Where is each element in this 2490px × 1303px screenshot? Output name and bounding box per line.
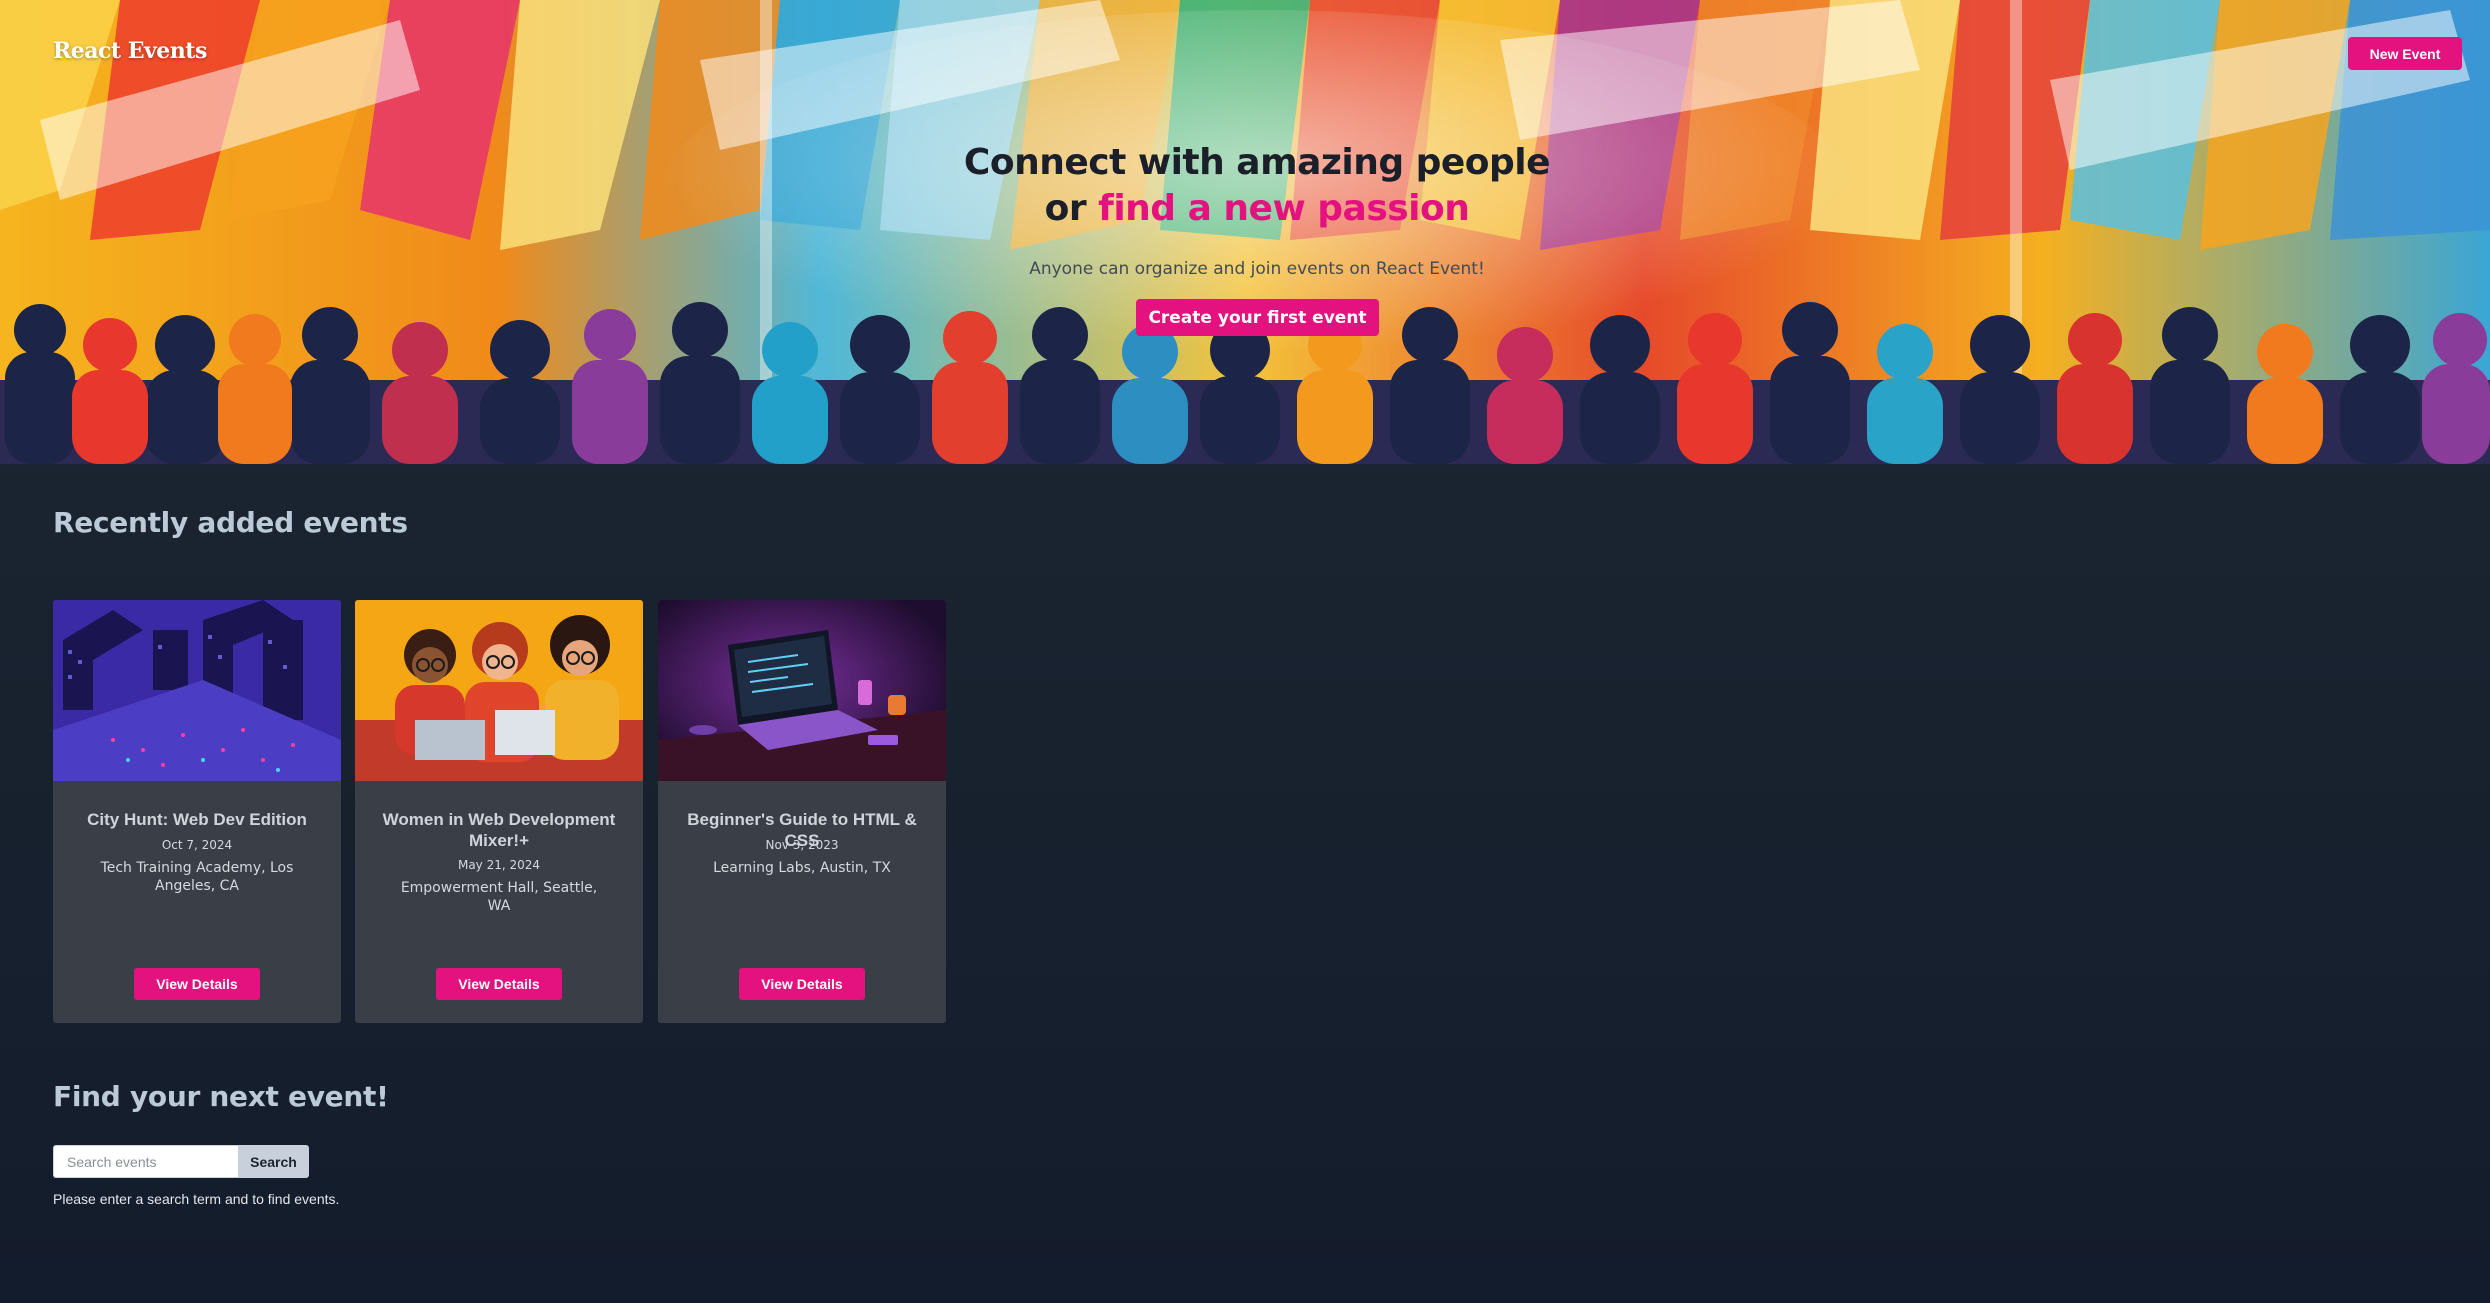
hero-banner: React Events New Event Connect with amaz… — [0, 0, 2490, 464]
event-card: Women in Web Development Mixer!+ May 21,… — [355, 600, 643, 1023]
event-card: City Hunt: Web Dev Edition Oct 7, 2024 T… — [53, 600, 341, 1023]
hero-headline-accent: find a new passion — [1098, 188, 1470, 229]
find-events-heading: Find your next event! — [53, 1080, 389, 1113]
view-details-button[interactable]: View Details — [436, 968, 562, 1000]
search-button[interactable]: Search — [238, 1145, 309, 1178]
event-location: Tech Training Academy, Los Angeles, CA — [100, 860, 294, 894]
create-first-event-button[interactable]: Create your first event — [1136, 299, 1379, 336]
view-details-button[interactable]: View Details — [134, 968, 260, 1000]
search-input[interactable] — [53, 1145, 238, 1178]
hero-headline-or: or — [1044, 188, 1087, 229]
event-location: Empowerment Hall, Seattle, WA — [400, 880, 598, 914]
hero-background-illustration — [0, 0, 2490, 464]
event-image-city — [53, 600, 341, 781]
event-location: Learning Labs, Austin, TX — [713, 860, 891, 876]
event-date: Oct 7, 2024 — [161, 838, 233, 852]
hero-headline-line1: Connect with amazing people — [963, 142, 1551, 183]
brand-logo[interactable]: React Events — [53, 38, 207, 64]
hero-headline-line2: or find a new passion — [0, 186, 2490, 232]
view-details-button[interactable]: View Details — [739, 968, 865, 1000]
new-event-button[interactable]: New Event — [2348, 37, 2462, 70]
search-hint-text: Please enter a search term and to find e… — [53, 1191, 340, 1207]
hero-subtitle: Anyone can organize and join events on R… — [1029, 259, 1485, 279]
recent-events-heading: Recently added events — [53, 506, 408, 539]
event-image-women — [355, 600, 643, 781]
event-title: Women in Web Development Mixer!+ — [382, 810, 616, 850]
event-date: May 21, 2024 — [457, 858, 541, 872]
hero-headline: Connect with amazing people or find a ne… — [0, 140, 2490, 232]
event-image-laptop — [658, 600, 946, 781]
event-card: Beginner's Guide to HTML & CSS Nov 3, 20… — [658, 600, 946, 1023]
event-date: Nov 3, 2023 — [765, 838, 839, 852]
event-title: City Hunt: Web Dev Edition — [87, 810, 307, 829]
